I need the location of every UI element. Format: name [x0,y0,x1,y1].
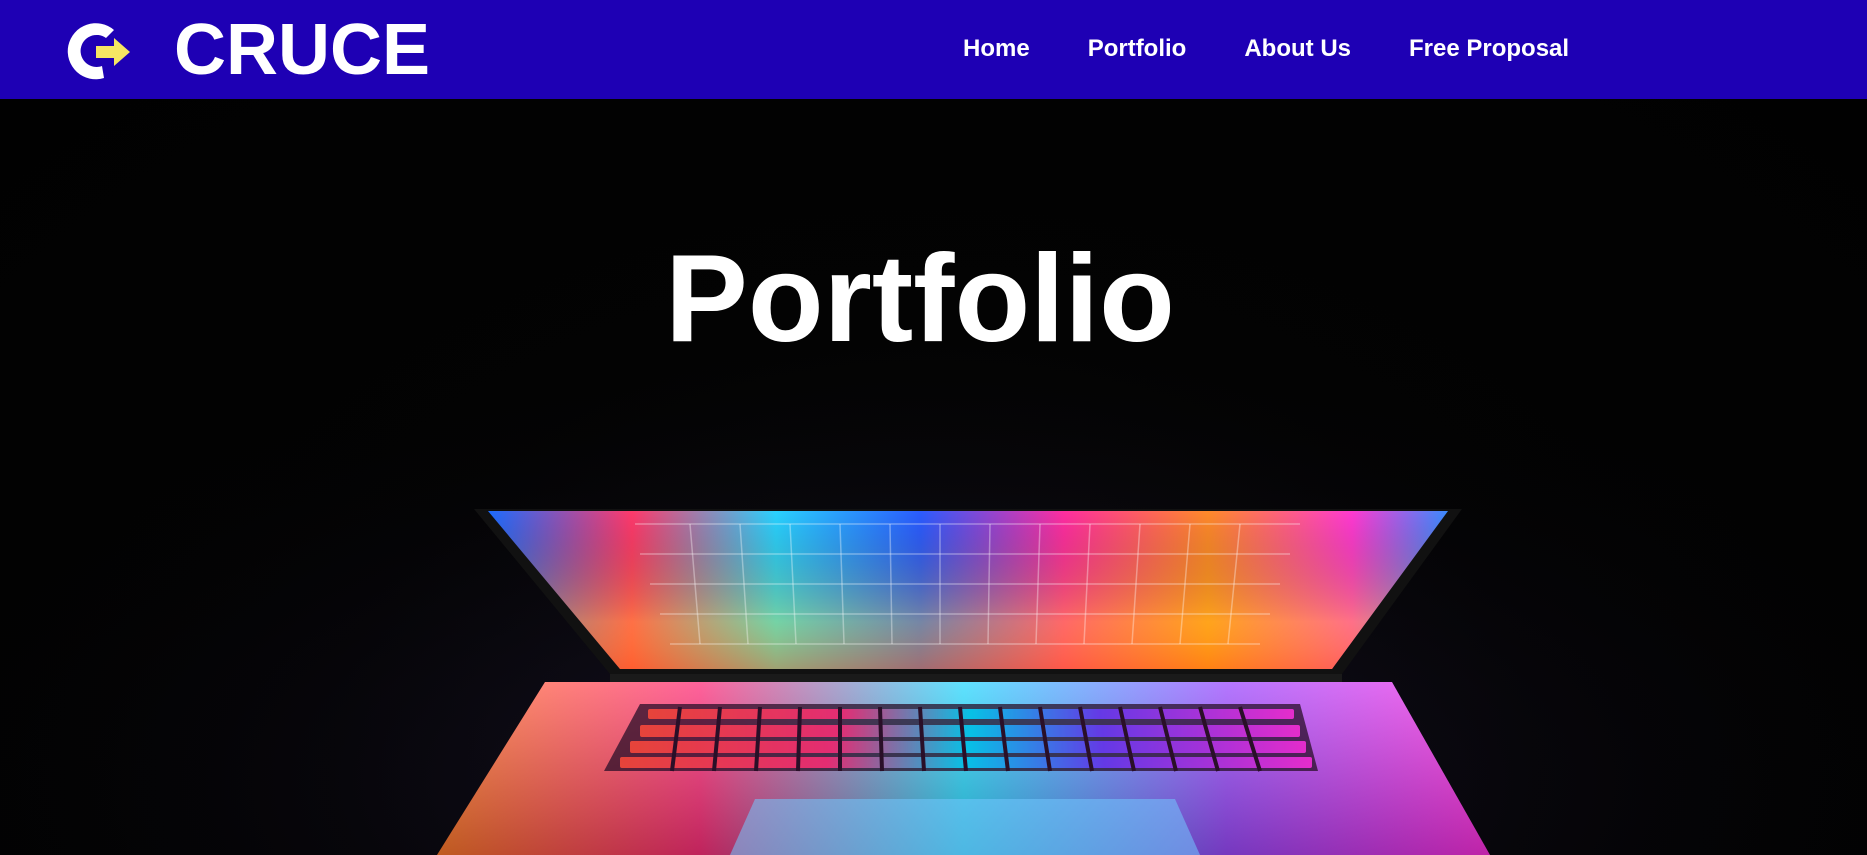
logo-icon[interactable] [56,8,136,84]
laptop-image [0,99,1867,855]
nav-about-us[interactable]: About Us [1244,34,1351,64]
page-title: Portfolio [665,230,1175,368]
nav-home[interactable]: Home [963,34,1030,64]
hero-section: Portfolio [0,99,1867,855]
main-nav: Home Portfolio About Us Free Proposal [963,34,1569,64]
nav-free-proposal[interactable]: Free Proposal [1409,34,1569,64]
site-header: CRUCE Home Portfolio About Us Free Propo… [0,0,1867,99]
nav-portfolio[interactable]: Portfolio [1088,34,1187,64]
brand-name[interactable]: CRUCE [174,10,430,90]
